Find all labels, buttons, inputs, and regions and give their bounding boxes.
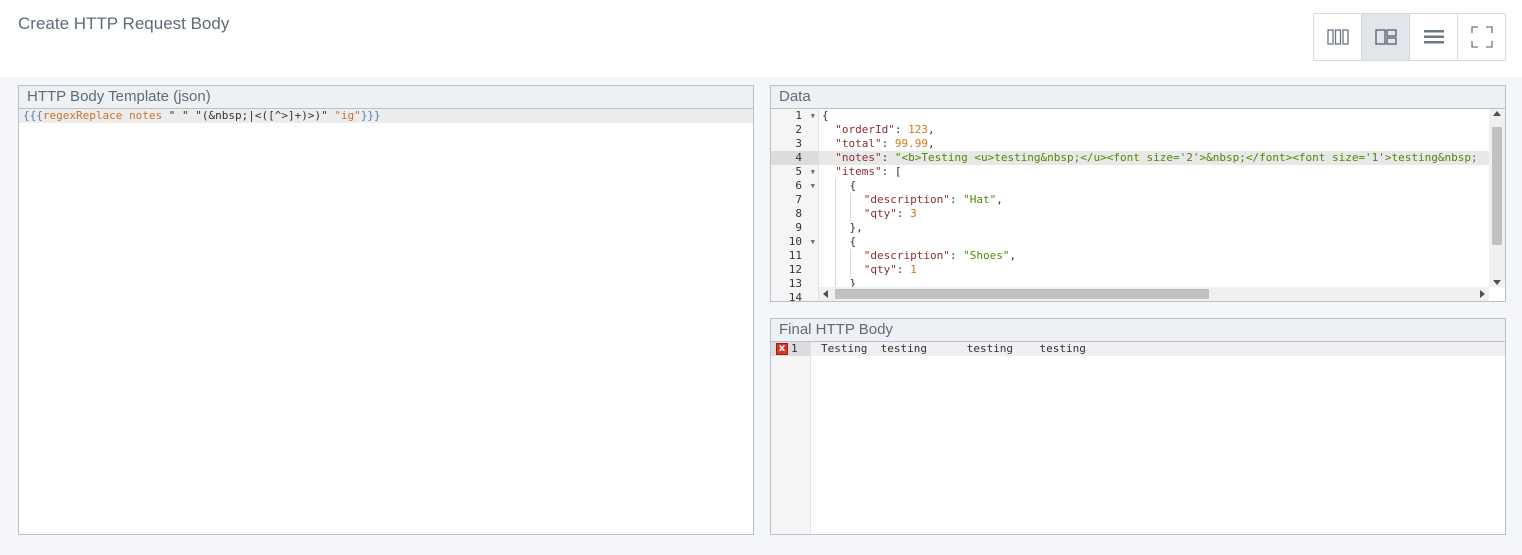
line-number: 3 (795, 137, 802, 150)
scrollbar-thumb[interactable] (1492, 127, 1502, 245)
line-number: x 1 (771, 342, 810, 356)
code-line: "total": 99.99, (835, 137, 935, 150)
vertical-scrollbar[interactable] (1489, 109, 1505, 287)
line-number: 1 ▼ (795, 109, 815, 123)
final-editor[interactable]: x 1 Testing testing testing testing (771, 342, 1505, 534)
header: Create HTTP Request Body (0, 0, 1522, 77)
final-output-line: Testing testing testing testing (811, 342, 1505, 356)
template-flags-string: "ig" (334, 109, 361, 122)
fullscreen-icon (1470, 26, 1493, 48)
fold-arrow-icon[interactable]: ▼ (811, 165, 815, 179)
columns-icon (1326, 29, 1349, 45)
line-number: 8 (795, 207, 802, 220)
template-open-braces: {{{ (23, 109, 43, 122)
code-line: { (819, 235, 1489, 249)
line-number: 6 ▼ (795, 179, 815, 193)
code-line: "description": "Hat", (819, 193, 1489, 207)
error-icon[interactable]: x (776, 343, 788, 355)
template-editor[interactable]: {{{regexReplace notes " " "(&nbsp;|<([^>… (19, 109, 753, 123)
code-line: "qty": 1 (819, 263, 1489, 277)
layout-three-columns-button[interactable] (1314, 14, 1362, 60)
page-title: Create HTTP Request Body (18, 14, 230, 33)
template-argument: notes (128, 109, 163, 122)
template-panel-title: HTTP Body Template (json) (19, 86, 753, 109)
code-line: "description": "Shoes", (819, 249, 1489, 263)
scrollbar-thumb[interactable] (835, 289, 1209, 299)
code-line: "orderId": 123, (835, 123, 935, 136)
line-number: 13 (788, 277, 802, 290)
line-number: 5 ▼ (795, 165, 815, 179)
template-line[interactable]: {{{regexReplace notes " " "(&nbsp;|<([^>… (19, 109, 753, 123)
line-number: 2 (795, 123, 802, 136)
template-panel: HTTP Body Template (json) {{{regexReplac… (18, 85, 754, 535)
template-replacement-string: " " (168, 109, 189, 122)
fold-arrow-icon[interactable]: ▼ (811, 109, 815, 123)
horizontal-scrollbar[interactable] (819, 287, 1489, 301)
split-layout-icon (1374, 29, 1397, 45)
line-number: 7 (795, 193, 802, 206)
scroll-left-arrow-icon[interactable] (823, 290, 828, 298)
template-regex-string: "(&nbsp;|<([^>]+)>)" (195, 109, 328, 122)
code-line-active: "notes": "<b>Testing <u>testing&nbsp;</u… (819, 151, 1489, 165)
layout-rows-button[interactable] (1410, 14, 1458, 60)
data-gutter: 1 ▼ 2 3 4 5 ▼ 6 ▼ 7 8 9 10 ▼ 11 12 13 14 (771, 109, 819, 301)
template-helper-name: regexReplace (42, 109, 123, 122)
code-line: "qty": 3 (819, 207, 1489, 221)
layout-fullscreen-button[interactable] (1458, 14, 1505, 60)
final-gutter: x 1 (771, 342, 811, 534)
layout-split-button[interactable] (1362, 14, 1410, 60)
data-panel: Data 1 ▼ 2 3 4 5 ▼ 6 ▼ 7 8 9 10 ▼ 11 12 13 1… (770, 85, 1506, 302)
data-editor[interactable]: 1 ▼ 2 3 4 5 ▼ 6 ▼ 7 8 9 10 ▼ 11 12 13 14 { "… (771, 109, 1505, 301)
line-number: 11 (788, 249, 802, 262)
data-code-area[interactable]: { "orderId": 123, "total": 99.99, "notes… (819, 109, 1489, 287)
final-panel: Final HTTP Body x 1 Testing testing test… (770, 318, 1506, 535)
fold-arrow-icon[interactable]: ▼ (811, 235, 815, 249)
scroll-up-arrow-icon[interactable] (1493, 111, 1501, 116)
rows-icon (1423, 30, 1444, 44)
final-panel-title: Final HTTP Body (771, 319, 1505, 342)
layout-toolbar (1313, 13, 1506, 61)
data-panel-title: Data (771, 86, 1505, 109)
scroll-right-arrow-icon[interactable] (1480, 290, 1485, 298)
line-number: 14 (788, 291, 802, 301)
code-line: { (819, 179, 1489, 193)
line-number: 10 ▼ (788, 235, 815, 249)
line-number: 12 (788, 263, 802, 276)
final-code-area[interactable]: Testing testing testing testing (811, 342, 1505, 534)
line-number: 4 (771, 151, 818, 165)
scroll-down-arrow-icon[interactable] (1493, 280, 1501, 285)
line-number: 9 (795, 221, 802, 234)
code-line: { (822, 109, 829, 122)
code-line: }, (819, 221, 1489, 235)
fold-arrow-icon[interactable]: ▼ (811, 179, 815, 193)
template-close-braces: }}} (360, 109, 381, 122)
code-line: } (819, 277, 1489, 287)
code-line: "items": [ (835, 165, 902, 178)
